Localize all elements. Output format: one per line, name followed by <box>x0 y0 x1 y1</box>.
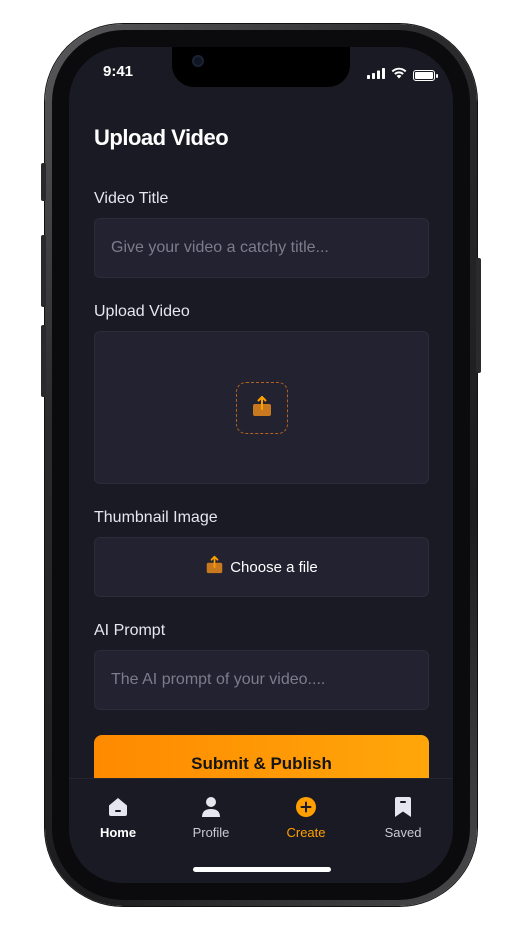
home-indicator <box>193 867 331 872</box>
tab-saved-label: Saved <box>384 825 422 840</box>
video-title-label: Video Title <box>94 190 169 207</box>
upload-icon <box>251 395 273 422</box>
choose-file-label: Choose a file <box>230 558 318 576</box>
profile-icon <box>198 794 224 820</box>
tab-create-label: Create <box>286 825 326 840</box>
signal-bars-icon <box>367 66 385 84</box>
ai-prompt-input[interactable]: The AI prompt of your video.... <box>94 650 429 710</box>
thumbnail-label: Thumbnail Image <box>94 509 218 526</box>
phone-silent-switch <box>41 163 46 201</box>
video-title-placeholder: Give your video a catchy title... <box>111 239 329 256</box>
ai-prompt-label: AI Prompt <box>94 622 166 639</box>
battery-icon <box>413 69 438 81</box>
upload-video-label: Upload Video <box>94 303 190 320</box>
upload-icon <box>205 555 224 579</box>
tab-saved[interactable]: Saved <box>363 794 443 840</box>
upload-video-dropzone[interactable] <box>94 331 429 484</box>
page-title: Upload Video <box>94 125 229 150</box>
choose-file-button[interactable]: Choose a file <box>94 537 429 597</box>
phone-volume-down <box>41 325 46 397</box>
video-title-input[interactable]: Give your video a catchy title... <box>94 218 429 278</box>
status-time: 9:41 <box>103 63 134 80</box>
ai-prompt-placeholder: The AI prompt of your video.... <box>111 671 326 688</box>
tab-profile[interactable]: Profile <box>171 794 251 840</box>
tab-create[interactable]: Create <box>266 794 346 840</box>
tab-home[interactable]: Home <box>78 794 158 840</box>
home-icon <box>105 794 131 820</box>
tab-home-label: Home <box>99 825 137 840</box>
front-camera <box>192 55 204 67</box>
wifi-icon <box>391 66 407 84</box>
phone-power-button <box>476 258 481 373</box>
notch <box>172 47 350 87</box>
status-icons <box>367 66 438 84</box>
tab-profile-label: Profile <box>192 825 230 840</box>
app-screen: 9:41 Upload Video Video Title Give your … <box>69 47 453 883</box>
plus-circle-icon <box>293 794 319 820</box>
upload-video-button[interactable] <box>236 382 288 434</box>
bookmark-icon <box>390 794 416 820</box>
phone-volume-up <box>41 235 46 307</box>
